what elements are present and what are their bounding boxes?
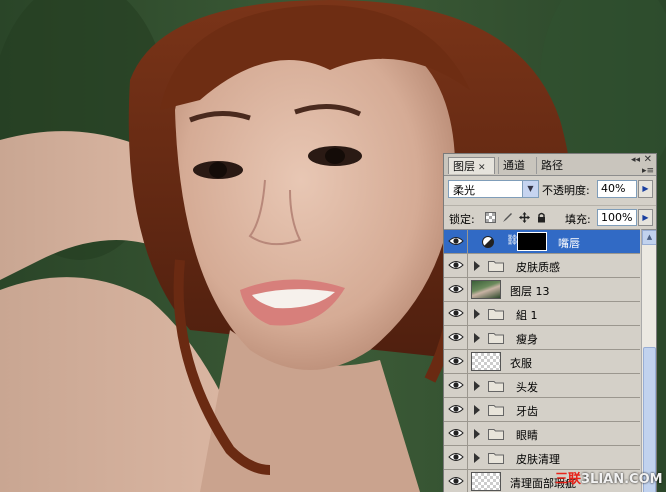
eye-icon[interactable] — [444, 230, 468, 253]
eye-icon[interactable] — [444, 326, 468, 349]
layer-row[interactable]: 眼睛 — [444, 422, 640, 446]
folder-icon — [488, 333, 504, 344]
layer-row[interactable]: 牙齿 — [444, 398, 640, 422]
tab-close-icon[interactable]: ✕ — [478, 163, 486, 173]
panel-tab-bar: 图层 ✕ 通道 路径 ◂◂ ✕ ▸≡ — [444, 154, 656, 176]
lock-move-icon[interactable] — [519, 212, 530, 223]
layer-thumbnail — [471, 472, 501, 491]
fill-input[interactable]: 100% — [597, 209, 637, 226]
eye-icon[interactable] — [444, 350, 468, 373]
watermark-prefix: 三联 — [555, 472, 582, 487]
layer-list: ⛓ 嘴唇 皮肤质感 图层 13 組 1 瘦身 衣服 头发 牙齿 眼睛 皮肤清理 … — [444, 229, 640, 492]
folder-icon — [488, 405, 504, 416]
layer-row[interactable]: 組 1 — [444, 302, 640, 326]
layer-row[interactable]: 瘦身 — [444, 326, 640, 350]
eye-icon[interactable] — [444, 302, 468, 325]
panel-menu-icon[interactable]: ▸≡ — [642, 166, 654, 176]
tab-channels[interactable]: 通道 — [498, 157, 534, 174]
layers-panel: 图层✕ 通道 路径 ◂◂ ✕ ▸≡ 柔光 ▼ 不透明度: 40% ▶ 锁定: — [443, 153, 657, 492]
eye-icon[interactable] — [444, 422, 468, 445]
eye-icon[interactable] — [444, 254, 468, 277]
lock-label: 锁定: — [449, 213, 475, 226]
tab-layers-label: 图层 — [453, 160, 475, 173]
folder-icon — [488, 381, 504, 392]
lock-brush-icon[interactable] — [502, 212, 513, 223]
blend-mode-value: 柔光 — [453, 184, 475, 197]
folder-icon — [488, 261, 504, 272]
folder-icon — [488, 453, 504, 464]
expand-triangle-icon[interactable] — [474, 333, 480, 343]
folder-icon — [488, 309, 504, 320]
layer-row[interactable]: 头发 — [444, 374, 640, 398]
layer-name: 眼睛 — [516, 429, 538, 442]
blend-mode-select[interactable]: 柔光 ▼ — [448, 180, 539, 198]
expand-triangle-icon[interactable] — [474, 261, 480, 271]
layer-name: 瘦身 — [516, 333, 538, 346]
eye-icon[interactable] — [444, 398, 468, 421]
tab-channels-label: 通道 — [503, 159, 525, 172]
expand-triangle-icon[interactable] — [474, 309, 480, 319]
layer-name: 衣服 — [510, 357, 532, 370]
layer-row[interactable]: 图层 13 — [444, 278, 640, 302]
tab-paths[interactable]: 路径 — [536, 157, 572, 174]
scroll-up-arrow-icon[interactable]: ▲ — [642, 230, 656, 245]
eye-icon[interactable] — [444, 446, 468, 469]
layer-name: 皮肤清理 — [516, 453, 560, 466]
fill-label: 填充: — [565, 213, 591, 226]
lock-row: 锁定: 填充: 100% ▶ — [444, 205, 656, 228]
layer-mask-thumbnail[interactable] — [517, 232, 547, 251]
site-watermark: 三联3LIAN.COM — [555, 468, 663, 487]
panel-close-icon[interactable]: ✕ — [644, 154, 652, 165]
fill-slider-button[interactable]: ▶ — [638, 209, 653, 226]
layer-thumbnail — [471, 280, 501, 299]
minimize-icon[interactable]: ◂◂ — [631, 155, 640, 165]
layer-name: 头发 — [516, 381, 538, 394]
tab-layers[interactable]: 图层 ✕ — [448, 157, 495, 174]
adjustment-layer-icon — [482, 236, 494, 248]
expand-triangle-icon[interactable] — [474, 381, 480, 391]
opacity-slider-button[interactable]: ▶ — [638, 180, 653, 198]
chevron-down-icon[interactable]: ▼ — [522, 181, 538, 197]
expand-triangle-icon[interactable] — [474, 405, 480, 415]
expand-triangle-icon[interactable] — [474, 429, 480, 439]
layer-name: 組 1 — [516, 309, 538, 322]
layer-name: 图层 13 — [510, 285, 550, 298]
layer-list-scrollbar[interactable]: ▲ — [641, 229, 656, 492]
layer-name: 皮肤质感 — [516, 261, 560, 274]
eye-icon[interactable] — [444, 470, 468, 492]
layer-row[interactable]: 衣服 — [444, 350, 640, 374]
tab-paths-label: 路径 — [541, 159, 563, 172]
layer-row[interactable]: 皮肤质感 — [444, 254, 640, 278]
watermark-suffix: 3LIAN.COM — [581, 472, 663, 487]
eye-icon[interactable] — [444, 374, 468, 397]
eye-icon[interactable] — [444, 278, 468, 301]
expand-triangle-icon[interactable] — [474, 453, 480, 463]
folder-icon — [488, 429, 504, 440]
layer-row[interactable]: ⛓ 嘴唇 — [444, 230, 640, 254]
layer-row[interactable]: 皮肤清理 — [444, 446, 640, 470]
layer-thumbnail — [471, 352, 501, 371]
opacity-input[interactable]: 40% — [597, 180, 637, 198]
lock-transparency-icon[interactable] — [485, 212, 496, 223]
lock-all-icon[interactable] — [536, 212, 547, 223]
layer-name: 牙齿 — [516, 405, 538, 418]
layer-name: 嘴唇 — [558, 237, 580, 250]
opacity-label: 不透明度: — [542, 184, 590, 197]
